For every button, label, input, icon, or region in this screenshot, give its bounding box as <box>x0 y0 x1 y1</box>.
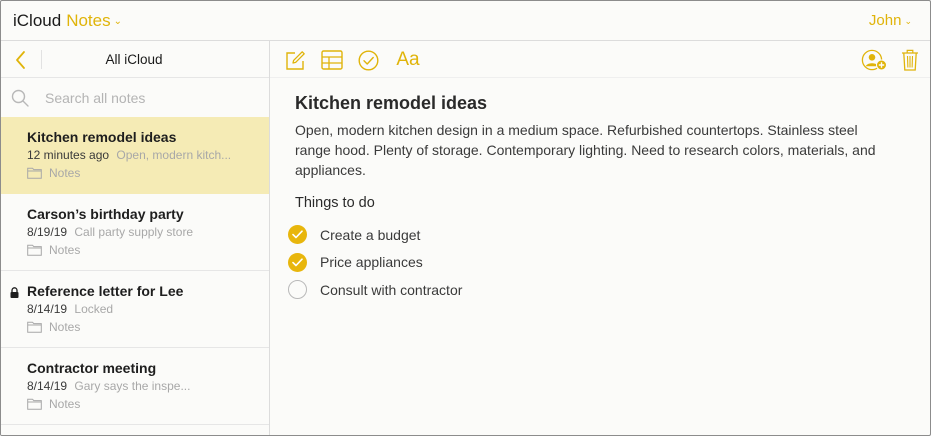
note-item-meta: 12 minutes ago Open, modern kitch... <box>27 148 252 164</box>
app-switcher[interactable]: iCloud Notes ⌄ <box>13 11 122 31</box>
search-bar <box>1 78 269 117</box>
note-item-title: Kitchen remodel ideas <box>27 129 177 145</box>
trash-icon[interactable] <box>899 49 921 71</box>
folder-icon <box>27 398 42 410</box>
note-item-folder: Notes <box>27 397 269 411</box>
folder-icon <box>27 244 42 256</box>
checklist-item: Create a budget <box>288 221 895 249</box>
note-list-item[interactable]: Carson’s birthday party 8/19/19 Call par… <box>1 194 269 271</box>
note-item-title: Reference letter for Lee <box>27 283 184 299</box>
note-item-folder-name: Notes <box>49 320 81 334</box>
note-item-title: Contractor meeting <box>27 360 157 376</box>
sidebar-header: All iCloud <box>1 41 269 78</box>
note-body-text: Open, modern kitchen design in a medium … <box>295 122 876 178</box>
user-name: John <box>868 12 902 29</box>
checkbox-checked[interactable] <box>288 225 307 245</box>
user-menu[interactable]: John ⌄ <box>869 12 912 29</box>
note-item-preview: Open, modern kitch... <box>116 148 232 162</box>
checkmark-icon <box>292 230 303 239</box>
share-person-icon[interactable] <box>860 49 888 71</box>
checklist-item: Price appliances <box>288 249 895 277</box>
note-content[interactable]: Kitchen remodel ideas Open, modern kitch… <box>288 93 895 304</box>
note-item-meta: 8/19/19 Call party supply store <box>27 225 252 241</box>
checkmark-icon <box>292 258 303 267</box>
note-item-folder-name: Notes <box>49 166 81 180</box>
note-item-date: 8/14/19 <box>27 302 68 316</box>
lock-icon <box>10 287 19 298</box>
checklist: Create a budget Price appliances Consult… <box>288 221 895 304</box>
folder-icon <box>27 321 42 333</box>
note-title: Kitchen remodel ideas <box>295 93 488 113</box>
checkbox-checked[interactable] <box>288 252 307 272</box>
top-bar: iCloud Notes ⌄ John ⌄ <box>1 1 930 41</box>
note-item-title: Carson’s birthday party <box>27 206 184 222</box>
note-item-preview: Call party supply store <box>74 225 194 239</box>
chevron-down-icon: ⌄ <box>113 16 123 27</box>
table-icon[interactable] <box>320 49 344 71</box>
divider <box>41 50 42 69</box>
checklist-heading: Things to do <box>295 195 375 211</box>
folder-icon <box>27 167 42 179</box>
search-input[interactable] <box>45 89 245 106</box>
checklist-icon[interactable] <box>357 49 379 71</box>
note-item-date: 8/14/19 <box>27 379 68 393</box>
note-list: Kitchen remodel ideas 12 minutes ago Ope… <box>1 117 269 425</box>
note-item-preview: Gary says the inspe... <box>74 379 191 393</box>
note-editor: Aa Kitchen remodel ideas Open, modern ki… <box>270 41 930 435</box>
note-item-folder: Notes <box>27 320 269 334</box>
app-window: iCloud Notes ⌄ John ⌄ All iCloud Kitchen… <box>0 0 931 436</box>
note-item-meta: 8/14/19 Locked <box>27 302 252 318</box>
note-item-date: 8/19/19 <box>27 225 68 239</box>
note-item-folder-name: Notes <box>49 243 81 257</box>
checklist-item: Consult with contractor <box>288 276 895 304</box>
sidebar: All iCloud Kitchen remodel ideas 12 minu… <box>1 41 270 435</box>
format-button[interactable]: Aa <box>394 49 422 71</box>
chevron-left-icon[interactable] <box>13 50 29 70</box>
checkbox-unchecked[interactable] <box>288 280 307 300</box>
checklist-item-label: Price appliances <box>320 254 423 271</box>
note-list-item[interactable]: Reference letter for Lee 8/14/19 Locked … <box>1 271 269 348</box>
search-icon <box>11 89 29 107</box>
note-item-folder: Notes <box>27 243 269 257</box>
brand-app-name: Notes <box>66 10 111 30</box>
chevron-down-icon: ⌄ <box>904 16 912 26</box>
note-list-item[interactable]: Contractor meeting 8/14/19 Gary says the… <box>1 348 269 425</box>
editor-toolbar: Aa <box>270 41 930 78</box>
note-item-date: 12 minutes ago <box>27 148 110 162</box>
note-item-preview: Locked <box>74 302 114 316</box>
brand-icloud: iCloud <box>13 10 62 30</box>
compose-icon[interactable] <box>284 49 306 71</box>
checklist-item-label: Create a budget <box>320 226 421 243</box>
note-item-meta: 8/14/19 Gary says the inspe... <box>27 379 252 395</box>
note-item-folder-name: Notes <box>49 397 81 411</box>
checklist-item-label: Consult with contractor <box>320 281 463 298</box>
note-item-folder: Notes <box>27 166 269 180</box>
note-list-item[interactable]: Kitchen remodel ideas 12 minutes ago Ope… <box>1 117 269 194</box>
